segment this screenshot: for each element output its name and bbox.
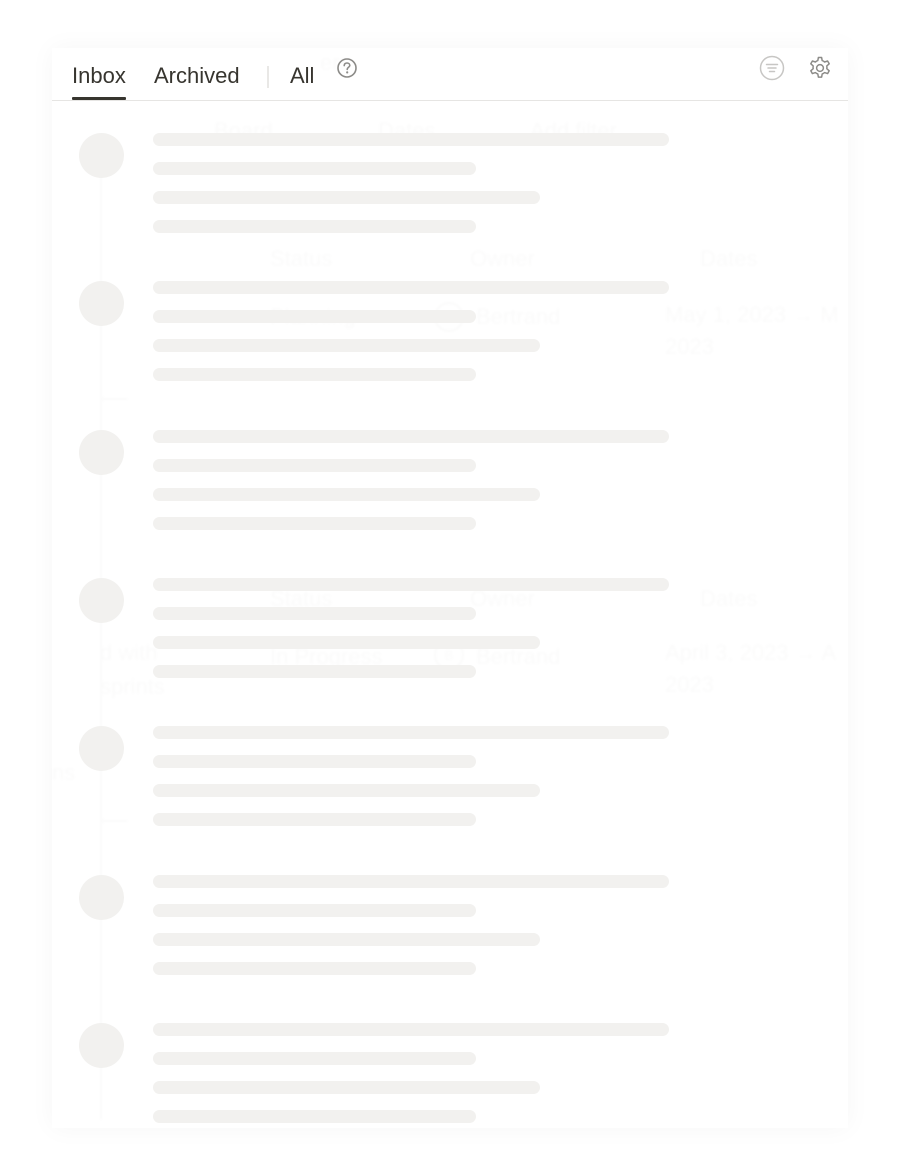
skeleton-item bbox=[52, 281, 848, 391]
skeleton-avatar bbox=[79, 875, 124, 920]
skeleton-avatar bbox=[79, 726, 124, 771]
skeleton-line bbox=[153, 1081, 540, 1094]
skeleton-line bbox=[153, 339, 540, 352]
skeleton-line bbox=[153, 310, 476, 323]
skeleton-line bbox=[153, 1110, 476, 1123]
skeleton-line bbox=[153, 578, 669, 591]
skeleton-line bbox=[153, 636, 540, 649]
skeleton-line bbox=[153, 281, 669, 294]
inbox-tab-bar: Inbox Archived All bbox=[52, 48, 848, 101]
skeleton-avatar bbox=[79, 430, 124, 475]
skeleton-line bbox=[153, 665, 476, 678]
skeleton-avatar bbox=[79, 578, 124, 623]
inbox-loading-screen: ers Board Dates Add filter Status Owner … bbox=[0, 0, 900, 1175]
skeleton-line bbox=[153, 488, 540, 501]
skeleton-line bbox=[153, 191, 540, 204]
skeleton-line bbox=[153, 813, 476, 826]
skeleton-line bbox=[153, 1052, 476, 1065]
skeleton-item bbox=[52, 875, 848, 985]
help-circle-icon[interactable] bbox=[336, 57, 358, 79]
skeleton-avatar bbox=[79, 1023, 124, 1068]
skeleton-line bbox=[153, 784, 540, 797]
tab-archived[interactable]: Archived bbox=[154, 56, 240, 96]
skeleton-line bbox=[153, 962, 476, 975]
skeleton-item bbox=[52, 133, 848, 243]
skeleton-line bbox=[153, 517, 476, 530]
skeleton-item bbox=[52, 578, 848, 688]
skeleton-line bbox=[153, 933, 540, 946]
skeleton-line bbox=[153, 875, 669, 888]
skeleton-item bbox=[52, 726, 848, 836]
tab-all[interactable]: All bbox=[290, 56, 314, 96]
skeleton-line bbox=[153, 368, 476, 381]
skeleton-avatar bbox=[79, 281, 124, 326]
tab-inbox[interactable]: Inbox bbox=[72, 56, 126, 100]
tab-separator bbox=[267, 66, 269, 88]
inbox-panel: Inbox Archived All bbox=[52, 48, 848, 1128]
filter-lines-icon[interactable] bbox=[759, 55, 785, 81]
skeleton-item bbox=[52, 430, 848, 540]
skeleton-line bbox=[153, 162, 476, 175]
skeleton-line bbox=[153, 726, 669, 739]
skeleton-avatar bbox=[79, 133, 124, 178]
skeleton-line bbox=[153, 220, 476, 233]
skeleton-line bbox=[153, 133, 669, 146]
skeleton-line bbox=[153, 1023, 669, 1036]
gear-icon[interactable] bbox=[807, 55, 833, 81]
skeleton-line bbox=[153, 755, 476, 768]
skeleton-item bbox=[52, 1023, 848, 1133]
skeleton-line bbox=[153, 459, 476, 472]
skeleton-line bbox=[153, 430, 669, 443]
skeleton-line bbox=[153, 607, 476, 620]
skeleton-line bbox=[153, 904, 476, 917]
